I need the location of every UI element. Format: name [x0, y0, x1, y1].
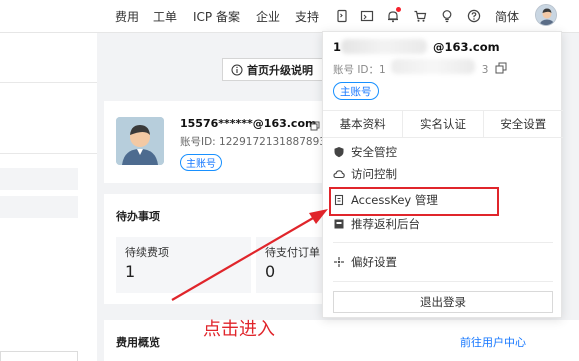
nav-ticket[interactable]: 工单: [153, 8, 177, 25]
divider: [0, 153, 97, 154]
menu-item-security-control[interactable]: 安全管控: [333, 143, 397, 161]
todo-item-count: 1: [125, 262, 136, 281]
annotation-text: 点击进入: [203, 319, 275, 340]
annotation-arrow: [171, 209, 328, 301]
terminal-icon[interactable]: [334, 8, 350, 24]
copy-icon[interactable]: [310, 120, 320, 131]
top-navbar: 费用 工单 ICP 备案 企业 支持 简体: [0, 0, 579, 33]
user-card: 15576******@163.com 账号ID: 12291721318878…: [104, 101, 334, 183]
left-placeholder-item: [0, 168, 78, 190]
menu-item-label: 偏好设置: [351, 255, 397, 269]
annotation-highlight-box: [329, 187, 499, 216]
message-icon[interactable]: [359, 8, 375, 24]
tab-security-settings[interactable]: 安全设置: [484, 111, 563, 137]
dropdown-tabs: 基本资料 实名认证 安全设置: [323, 110, 563, 138]
avatar[interactable]: [535, 4, 557, 26]
fee-overview-title: 费用概览: [116, 336, 160, 349]
nav-fee[interactable]: 费用: [115, 8, 139, 25]
left-input[interactable]: [0, 351, 78, 361]
user-avatar-large: [116, 117, 164, 165]
cloud-icon: [333, 168, 345, 180]
menu-item-label: 推荐返利后台: [351, 217, 420, 231]
upgrade-notes-label: 首页升级说明: [247, 63, 313, 77]
user-center-link[interactable]: 前往用户中心: [460, 334, 526, 350]
logout-button[interactable]: 退出登录: [333, 291, 553, 313]
user-account-id: 账号ID: 1229172131887893: [180, 136, 326, 148]
dropdown-main-account-badge: 主账号: [333, 82, 379, 100]
help-icon[interactable]: [466, 8, 482, 24]
divider: [333, 281, 553, 282]
dropdown-account-id: 账号 ID：1 3: [333, 64, 489, 76]
language-switch[interactable]: 简体: [495, 8, 519, 25]
left-panel: [0, 33, 97, 361]
user-email: 15576******@163.com: [180, 117, 317, 130]
shield-icon: [333, 146, 345, 158]
nav-support[interactable]: 支持: [295, 8, 319, 25]
nav-icp[interactable]: ICP 备案: [193, 8, 240, 25]
main-account-badge: 主账号: [180, 154, 222, 171]
menu-item-label: 访问控制: [351, 167, 397, 181]
todo-title: 待办事项: [116, 210, 160, 223]
menu-item-access-control[interactable]: 访问控制: [333, 165, 397, 183]
info-icon: [231, 64, 243, 76]
menu-item-label: 安全管控: [351, 145, 397, 159]
tab-basic-info[interactable]: 基本资料: [323, 111, 404, 137]
tab-real-name-auth[interactable]: 实名认证: [403, 111, 484, 137]
fee-overview-card: 费用概览 前往用户中心: [104, 320, 579, 361]
nav-enterprise[interactable]: 企业: [256, 8, 280, 25]
notification-dot: [396, 7, 401, 12]
copy-icon[interactable]: [495, 62, 507, 74]
divider: [0, 82, 97, 83]
left-placeholder-item: [0, 196, 78, 218]
dropdown-user-name: 1 @163.com: [333, 40, 500, 54]
divider: [333, 242, 553, 243]
bell-icon[interactable]: [385, 7, 401, 24]
user-dropdown-menu: 1 @163.com 账号 ID：1 3 主账号 基本资料 实名认证 安全设置 安全…: [322, 31, 563, 318]
cart-icon[interactable]: [412, 8, 428, 24]
bulb-icon[interactable]: [439, 8, 455, 24]
upgrade-notes-button[interactable]: 首页升级说明: [222, 58, 332, 81]
